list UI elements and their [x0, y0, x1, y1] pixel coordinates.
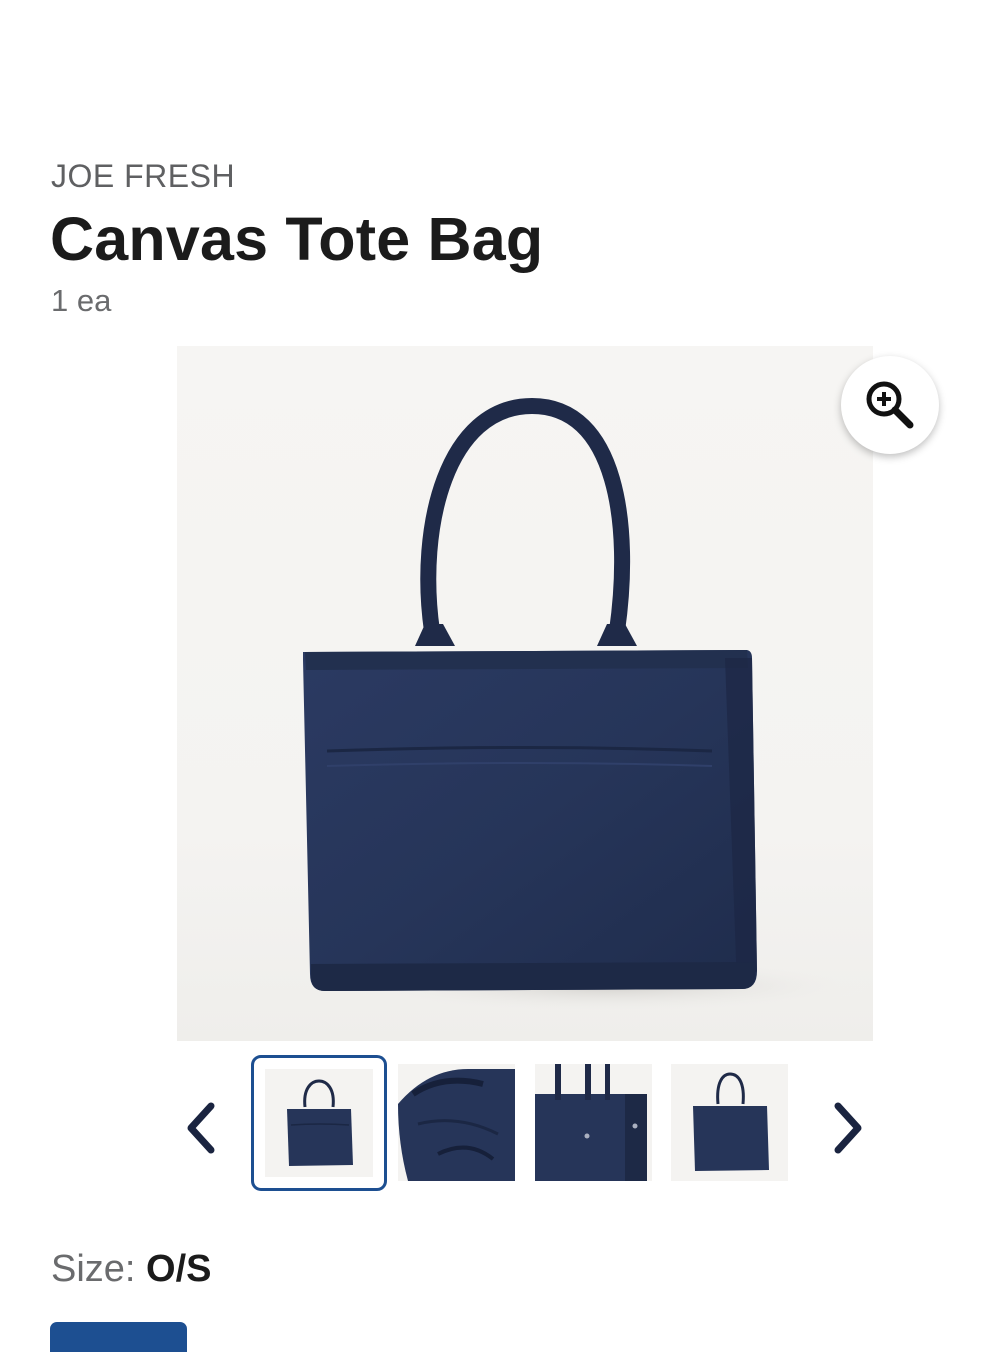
size-selector-label: Size: O/S	[51, 1248, 212, 1291]
thumbnail-1[interactable]	[251, 1055, 387, 1191]
size-option-button[interactable]	[50, 1322, 187, 1352]
product-title: Canvas Tote Bag	[50, 205, 544, 273]
tote-bag-illustration	[303, 397, 873, 1014]
brand-name: JOE FRESH	[51, 158, 236, 194]
next-image-button[interactable]	[823, 1098, 873, 1158]
thumbnail-4[interactable]	[671, 1064, 788, 1181]
product-unit: 1 ea	[51, 283, 112, 318]
zoom-button[interactable]	[841, 356, 939, 454]
product-main-image[interactable]	[177, 346, 873, 1041]
chevron-right-icon	[834, 1102, 862, 1154]
size-label: Size:	[51, 1248, 147, 1290]
previous-image-button[interactable]	[176, 1098, 226, 1158]
thumbnail-2[interactable]	[398, 1064, 515, 1181]
tote-front-small-thumbnail	[693, 1072, 769, 1171]
thumbnail-3[interactable]	[535, 1064, 652, 1181]
size-value: O/S	[146, 1248, 212, 1290]
tote-front-thumbnail	[287, 1079, 353, 1166]
chevron-left-icon	[187, 1102, 215, 1154]
tote-open-top-thumbnail	[398, 1069, 515, 1181]
tote-side-thumbnail	[535, 1064, 647, 1181]
zoom-in-icon	[866, 381, 914, 429]
